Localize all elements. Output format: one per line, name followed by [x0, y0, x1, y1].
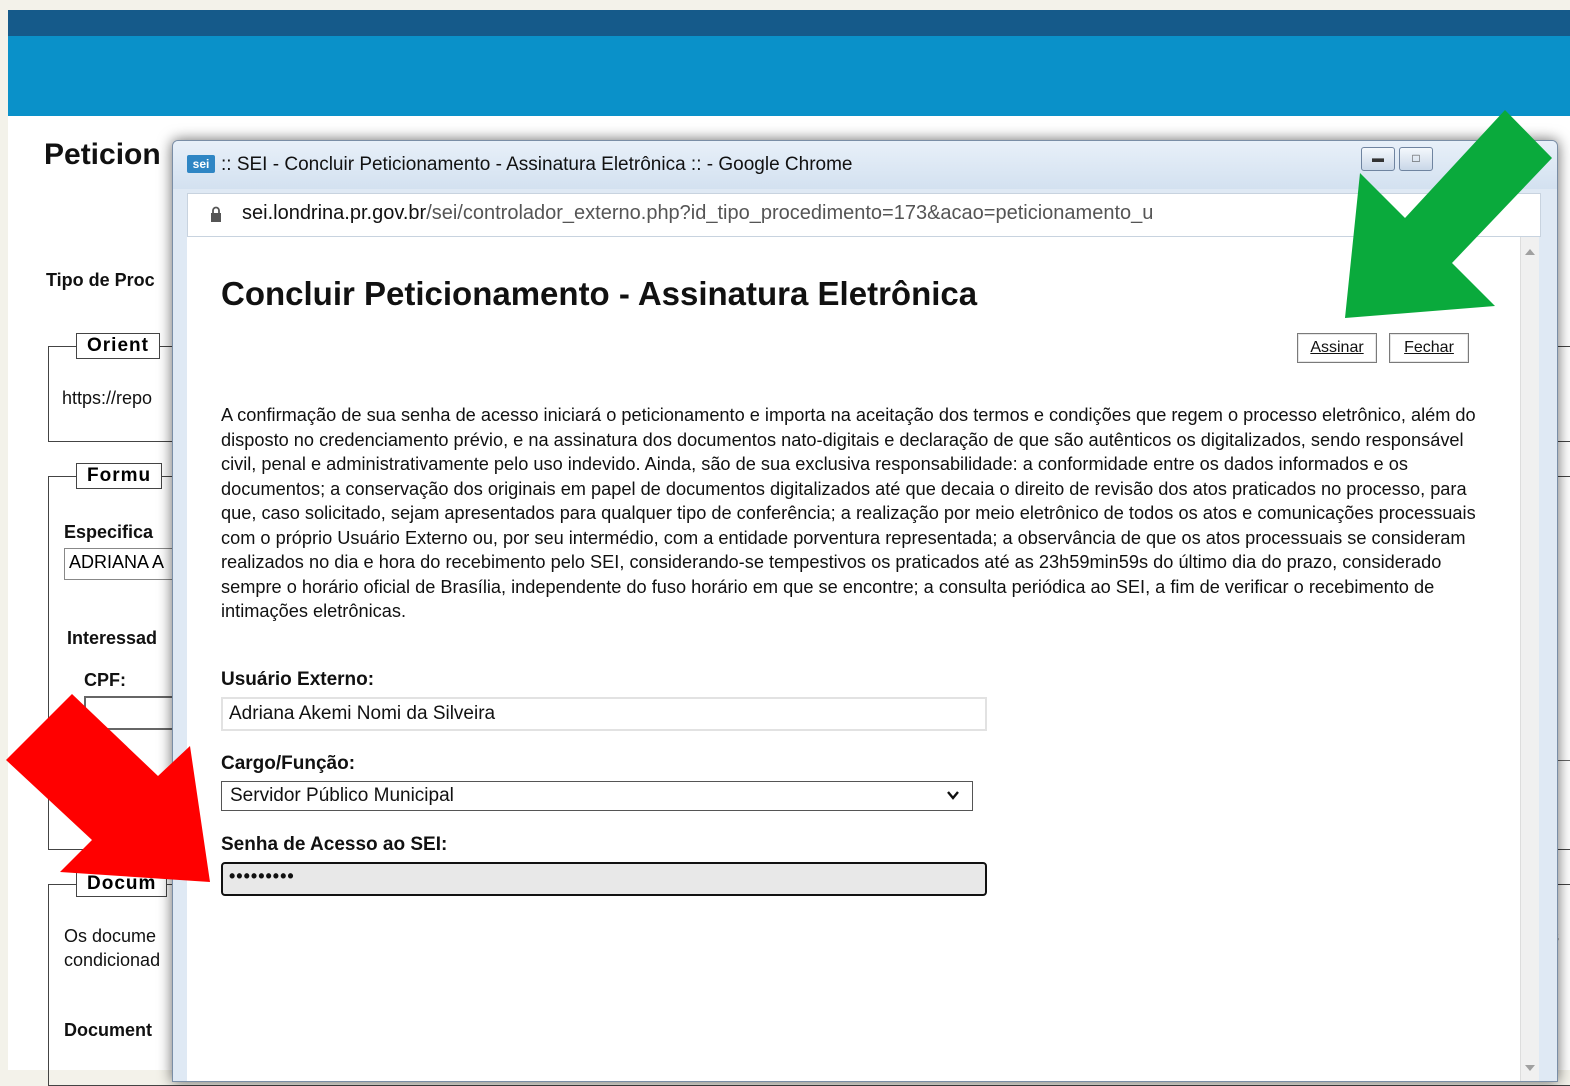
background-legend-formu: Formu: [76, 463, 163, 489]
scroll-down-icon[interactable]: [1525, 1065, 1535, 1071]
user-label: Usuário Externo:: [221, 669, 375, 690]
scrollbar[interactable]: [1520, 237, 1539, 1081]
red-arrow-icon: [6, 694, 210, 882]
senha-label: Senha de Acesso ao SEI:: [221, 834, 448, 855]
background-interessad-label: Interessad: [67, 628, 158, 648]
terms-notice: A confirmação de sua senha de acesso ini…: [221, 405, 1476, 621]
background-legend-orient: Orient: [76, 333, 160, 359]
background-docs-text-1: Os docume: [64, 926, 157, 946]
url-domain: sei.londrina.pr.gov.br: [242, 202, 427, 224]
background-divider: [1556, 760, 1570, 761]
background-page-title: Peticion: [44, 138, 161, 171]
background-docs-text-2: condicionad: [64, 950, 161, 970]
green-arrow-icon: [1345, 110, 1552, 318]
url-path: /sei/controlador_externo.php?id_tipo_pro…: [426, 202, 1154, 224]
cargo-selected-value: Servidor Público Municipal: [230, 785, 454, 806]
user-field[interactable]: Adriana Akemi Nomi da Silveira: [221, 697, 987, 731]
sei-logo-icon: sei: [187, 155, 215, 173]
background-document-label: Document: [64, 1020, 153, 1040]
background-especifica-label: Especifica: [64, 522, 154, 542]
lock-icon: [211, 206, 221, 222]
page-title: Concluir Peticionamento - Assinatura Ele…: [221, 275, 978, 312]
background-orient-url[interactable]: https://repo: [62, 388, 152, 409]
password-field[interactable]: •••••••••: [221, 862, 987, 896]
cargo-label: Cargo/Função:: [221, 753, 356, 774]
chevron-down-icon: [947, 791, 959, 800]
popup-content: Concluir Peticionamento - Assinatura Ele…: [187, 237, 1539, 1081]
header-top-bar: [8, 10, 1570, 36]
background-tipo-label: Tipo de Proc: [46, 270, 155, 290]
cargo-select[interactable]: Servidor Público Municipal: [221, 781, 973, 811]
window-title: :: SEI - Concluir Peticionamento - Assin…: [221, 154, 853, 175]
background-cpf-label: CPF:: [84, 670, 126, 690]
url-text[interactable]: sei.londrina.pr.gov.br/sei/controlador_e…: [242, 202, 1502, 225]
